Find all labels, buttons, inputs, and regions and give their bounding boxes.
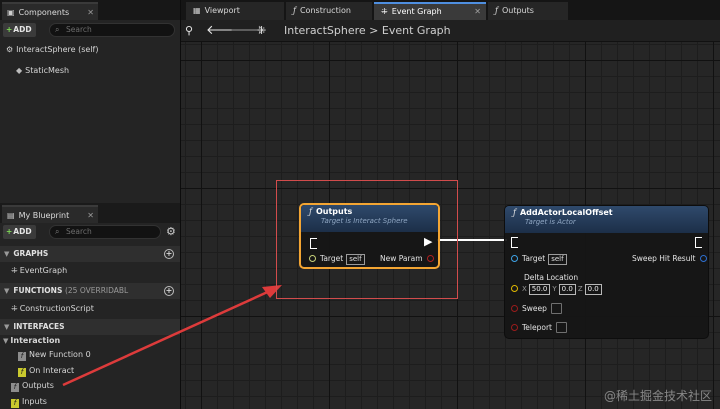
watermark: @稀土掘金技术社区 [603, 389, 712, 403]
sweep-pin[interactable]: Sweep [511, 303, 562, 314]
target-pin[interactable]: Target self [309, 254, 365, 265]
node-title: ƒ AddActorLocalOffset [513, 208, 708, 217]
y-axis-label: Y [552, 285, 557, 293]
sweep-hit-result-pin[interactable]: Sweep Hit Result [632, 254, 707, 263]
node-header: ƒ Outputs Target is Interact Sphere [301, 205, 438, 232]
node-header: ƒ AddActorLocalOffset Target is Actor [505, 206, 708, 233]
pin-label: New Param [380, 254, 423, 263]
z-value-field[interactable]: 0.0 [584, 284, 602, 295]
sweep-checkbox[interactable] [550, 303, 562, 314]
struct-pin-icon [699, 255, 707, 262]
x-axis-label: X [522, 285, 527, 293]
pin-label: Target [320, 254, 344, 263]
pin-label: Sweep [522, 304, 547, 313]
bool-pin-icon [511, 324, 518, 331]
exec-out-pin[interactable]: ▶ [424, 236, 432, 247]
object-pin-icon [309, 255, 316, 262]
pin-label: Sweep Hit Result [632, 254, 696, 263]
delta-location-pin[interactable]: X 50.0 Y 0.0 Z 0.0 [511, 284, 604, 295]
annotation-arrow [62, 288, 273, 387]
y-value-field[interactable]: 0.0 [558, 284, 576, 295]
delta-location-label: Delta Location [524, 273, 579, 282]
teleport-pin[interactable]: Teleport [511, 322, 567, 333]
z-axis-label: Z [577, 285, 583, 293]
node-add-actor-local-offset[interactable]: ƒ AddActorLocalOffset Target is Actor Tar… [504, 205, 709, 339]
node-subtitle: Target is Interact Sphere [321, 217, 408, 225]
new-param-pin[interactable]: New Param [380, 254, 434, 263]
teleport-checkbox[interactable] [556, 322, 567, 333]
pin-label: Target [522, 254, 546, 263]
node-subtitle: Target is Actor [525, 218, 576, 226]
vector-pin-icon [511, 285, 518, 292]
pin-label: Teleport [522, 323, 552, 332]
bool-pin-icon [511, 305, 518, 312]
node-title-text: AddActorLocalOffset [519, 208, 613, 217]
node-title: ƒ Outputs [309, 207, 438, 216]
target-self-field[interactable]: self [548, 254, 567, 265]
target-pin[interactable]: Target self [511, 254, 567, 265]
object-pin-icon [511, 255, 518, 262]
node-outputs[interactable]: ƒ Outputs Target is Interact Sphere ▶ Tar… [299, 203, 440, 269]
function-icon: ƒ [309, 207, 312, 216]
function-icon: ƒ [513, 208, 516, 217]
node-title-text: Outputs [315, 207, 353, 216]
x-value-field[interactable]: 50.0 [528, 284, 551, 295]
target-self-field[interactable]: self [346, 254, 365, 265]
bool-pin-icon [426, 255, 434, 262]
